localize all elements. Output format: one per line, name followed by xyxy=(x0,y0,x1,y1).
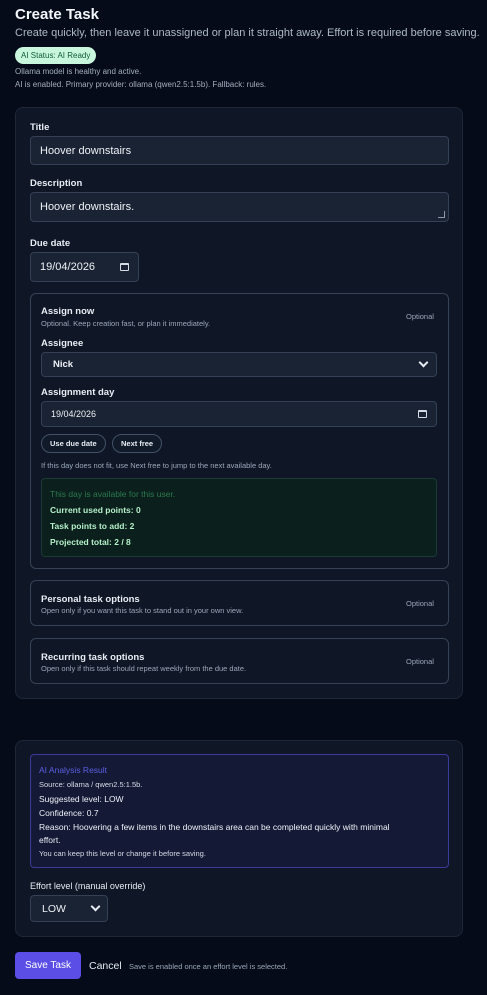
ai-analysis-hint: You can keep this level or change it bef… xyxy=(39,849,206,858)
assign-now-description: Optional. Keep creation fast, or plan it… xyxy=(41,319,211,328)
page-title: Create Task xyxy=(15,6,99,23)
ai-reason-line-2: effort. xyxy=(39,835,61,845)
calendar-icon[interactable] xyxy=(418,410,427,418)
personal-options-optional-tag: Optional xyxy=(406,599,434,608)
calendar-icon[interactable] xyxy=(120,263,129,271)
personal-options-title[interactable]: Personal task options xyxy=(41,594,140,605)
projected-total: Projected total: 2 / 8 xyxy=(50,537,131,547)
description-label: Description xyxy=(30,178,83,189)
assignee-select[interactable]: Nick xyxy=(41,352,437,377)
recurring-options-description: Open only if this task should repeat wee… xyxy=(41,664,247,673)
ai-reason-line-1: Reason: Hoovering a few items in the dow… xyxy=(39,822,390,832)
due-date-value: 19/04/2026 xyxy=(40,261,96,273)
recurring-options-title[interactable]: Recurring task options xyxy=(41,652,144,663)
use-due-date-button[interactable]: Use due date xyxy=(41,434,106,453)
assignee-label: Assignee xyxy=(41,338,84,349)
suggested-level: Suggested level: LOW xyxy=(39,794,124,804)
resize-handle-icon[interactable] xyxy=(438,211,445,218)
page-subtitle: Create quickly, then leave it unassigned… xyxy=(15,27,480,39)
assignment-day-input[interactable]: 19/04/2026 xyxy=(41,401,437,427)
title-input[interactable]: Hoover downstairs xyxy=(30,136,449,165)
ai-status-badge: AI Status: AI Ready xyxy=(15,47,97,64)
assign-now-optional-tag: Optional xyxy=(406,312,434,321)
assign-now-title[interactable]: Assign now xyxy=(41,306,94,317)
save-note: Save is enabled once an effort level is … xyxy=(129,962,288,971)
description-textarea[interactable]: Hoover downstairs. xyxy=(30,192,449,222)
ai-analysis-heading: AI Analysis Result xyxy=(39,765,108,775)
ai-analysis-source: Source: ollama / qwen2.5:1.5b. xyxy=(39,780,143,789)
effort-level-value: LOW xyxy=(42,902,66,915)
use-due-date-label: Use due date xyxy=(50,439,97,448)
cancel-button[interactable]: Cancel xyxy=(89,960,122,972)
description-textarea-value: Hoover downstairs. xyxy=(40,201,135,213)
availability-status: This day is available for this user. xyxy=(50,489,176,499)
assignment-day-label: Assignment day xyxy=(41,387,115,398)
next-free-label: Next free xyxy=(121,439,154,448)
assignment-hint: If this day does not fit, use Next free … xyxy=(41,461,272,470)
title-label: Title xyxy=(30,122,50,133)
next-free-button[interactable]: Next free xyxy=(112,434,163,453)
effort-level-select[interactable]: LOW xyxy=(30,895,108,922)
effort-level-label: Effort level (manual override) xyxy=(30,881,146,891)
current-used-points: Current used points: 0 xyxy=(50,505,141,515)
model-status-note: Ollama model is healthy and active. xyxy=(15,67,142,76)
ai-confidence: Confidence: 0.7 xyxy=(39,808,99,818)
save-task-label: Save Task xyxy=(25,960,71,971)
save-task-button[interactable]: Save Task xyxy=(15,952,81,979)
chevron-down-icon xyxy=(90,901,101,912)
chevron-down-icon xyxy=(418,357,429,368)
recurring-options-optional-tag: Optional xyxy=(406,657,434,666)
personal-options-description: Open only if you want this task to stand… xyxy=(41,606,244,615)
task-points-to-add: Task points to add: 2 xyxy=(50,521,135,531)
title-input-value: Hoover downstairs xyxy=(40,144,132,157)
due-date-input[interactable]: 19/04/2026 xyxy=(30,252,139,282)
assignee-select-value: Nick xyxy=(53,359,74,370)
assignment-day-value: 19/04/2026 xyxy=(51,409,97,419)
due-date-label: Due date xyxy=(30,238,71,249)
provider-note: AI is enabled. Primary provider: ollama … xyxy=(15,80,267,89)
